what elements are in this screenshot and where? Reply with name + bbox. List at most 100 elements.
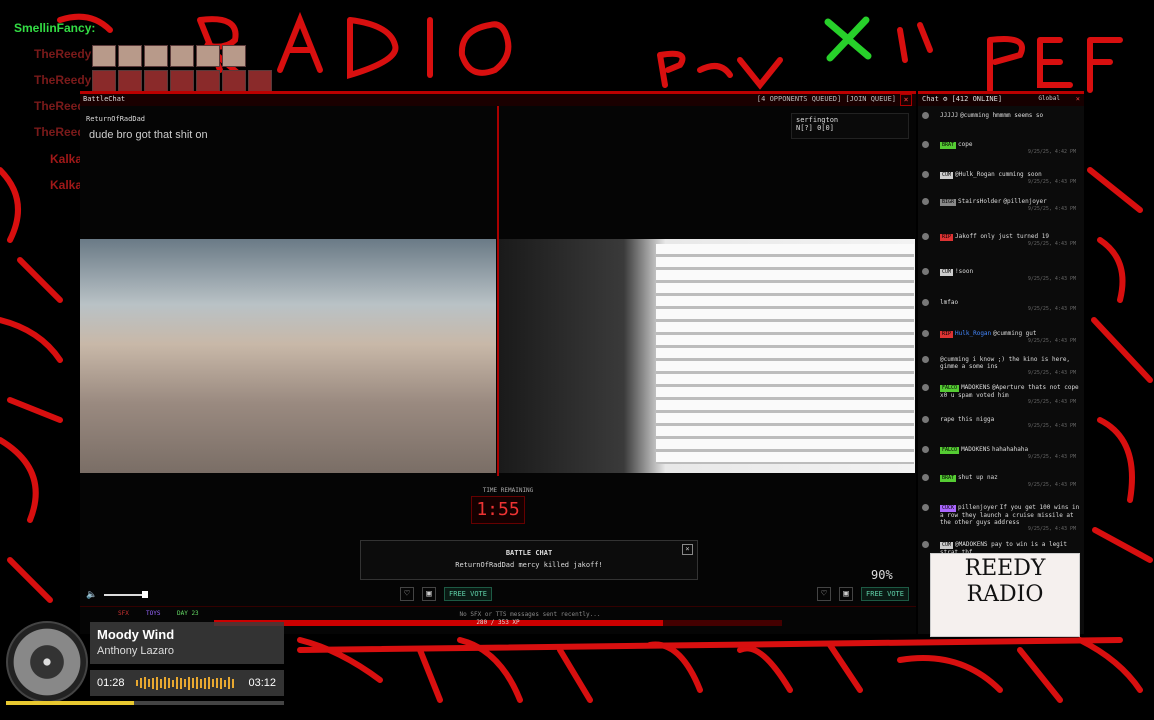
user-badge: BRAT: [940, 142, 957, 149]
chat-message-text: hahahahaha: [991, 446, 1029, 453]
avatar: [922, 446, 929, 453]
avatar: [922, 141, 929, 148]
chat-timestamp: 9/25/25, 4:43 PM: [1027, 338, 1076, 344]
chat-message: CUM !soon 9/25/25, 4:43 PM: [922, 268, 1080, 283]
chat-username[interactable]: pillenjoyer: [958, 504, 998, 511]
lock-icon[interactable]: ▣: [422, 587, 436, 601]
elapsed-time: 01:28: [97, 677, 125, 689]
chat-message: JJJJJ @cumming hmmmm seems so: [922, 112, 1080, 119]
chat-message-text: @cumming i know ;) the kino is here, gim…: [940, 356, 1071, 370]
waveform-bar: [220, 677, 222, 689]
lock-icon[interactable]: ▣: [839, 587, 853, 601]
waveform-bar: [144, 677, 146, 689]
waveform-bar: [180, 677, 182, 689]
chat-message-text: @cumming gut: [993, 330, 1037, 337]
chat-message-text: shut up naz: [958, 474, 998, 481]
heart-icon[interactable]: ♡: [817, 587, 831, 601]
chat-timestamp: 9/25/25, 4:43 PM: [1027, 206, 1076, 212]
emote-strip: [92, 70, 272, 92]
chat-timestamp: 9/25/25, 4:43 PM: [1027, 454, 1076, 460]
waveform-bar: [232, 678, 234, 688]
xp-text: 280 / 353 XP: [476, 619, 520, 626]
logo-line: RADIO: [966, 582, 1044, 607]
right-contestant-stats: N[?] 0[0]: [796, 124, 834, 132]
user-badge: CUCK: [940, 505, 957, 512]
user-badge: FALCO: [940, 447, 960, 454]
avatar: [922, 171, 929, 178]
battle-title: BattleChat: [83, 95, 126, 103]
chat-username[interactable]: JJJJJ: [940, 112, 958, 119]
avatar: [922, 198, 929, 205]
close-battle-button[interactable]: ×: [900, 94, 912, 106]
user-badge: BIGR: [940, 199, 957, 206]
waveform-bar: [164, 677, 166, 689]
reedy-radio-logo: REEDY RADIO: [930, 553, 1080, 637]
avatar: [922, 233, 929, 240]
chat-timestamp: 9/25/25, 4:43 PM: [1027, 306, 1076, 312]
waveform-bar: [192, 678, 194, 688]
chat-username[interactable]: MADOKENS: [961, 446, 990, 453]
avatar: [922, 356, 929, 363]
free-vote-left-button[interactable]: FREE VOTE: [444, 587, 492, 601]
volume-icon[interactable]: 🔈: [86, 590, 97, 600]
avatar: [922, 474, 929, 481]
avatar: [922, 416, 929, 423]
chat-message: FALCO MADOKENS hahahahaha 9/25/25, 4:43 PM: [922, 446, 1080, 461]
avatar: [922, 541, 929, 548]
join-queue-button[interactable]: [4 OPPONENTS QUEUED] [JOIN QUEUE]: [757, 95, 896, 103]
waveform-bar: [176, 677, 178, 689]
heart-icon[interactable]: ♡: [400, 587, 414, 601]
total-time: 03:12: [248, 677, 276, 689]
chat-message: lmfao 9/25/25, 4:43 PM: [922, 299, 1080, 313]
timer-label: TIME REMAINING: [482, 487, 534, 494]
now-playing-card: Moody Wind Anthony Lazaro: [90, 622, 284, 664]
chat-channel-select[interactable]: Global: [1038, 95, 1060, 102]
chat-username[interactable]: StairsHolder: [958, 198, 1001, 205]
chat-username[interactable]: Hulk_Rogan: [955, 330, 991, 337]
chat-username[interactable]: MADOKENS: [961, 384, 990, 391]
countdown-timer: 1:55: [471, 496, 525, 524]
battle-window: BattleChat [4 OPPONENTS QUEUED] [JOIN QU…: [80, 91, 916, 634]
chat-message-text: rape this nigga: [940, 416, 995, 423]
sfx-toggle[interactable]: SFX: [118, 610, 129, 617]
playback-bar: 01:28 03:12: [90, 670, 284, 696]
user-badge: FALCO: [940, 385, 960, 392]
chat-message-text: @cumming hmmmm seems so: [960, 112, 1044, 119]
chat-timestamp: 9/25/25, 4:42 PM: [1027, 149, 1076, 155]
track-artist: Anthony Lazaro: [97, 645, 175, 657]
track-title: Moody Wind: [97, 627, 175, 642]
avatar: [922, 384, 929, 391]
waveform-bar: [224, 679, 226, 687]
waveform-bar: [172, 679, 174, 687]
close-chat-button[interactable]: ×: [1076, 95, 1080, 103]
waveform-bar: [156, 676, 158, 690]
free-vote-right-button[interactable]: FREE VOTE: [861, 587, 909, 601]
chat-message-text: @pillenjoyer: [1003, 198, 1047, 205]
user-badge: CUM: [940, 542, 954, 549]
battle-chat-notification: BATTLE CHAT ReturnOfRadDad mercy killed …: [360, 540, 698, 580]
user-badge: CUM: [940, 269, 954, 276]
waveform-bar: [196, 677, 198, 689]
track-progress-fill: [6, 701, 134, 705]
chat-message: BRAT cope 9/25/25, 4:42 PM: [922, 141, 1080, 156]
user-badge: CUM: [940, 172, 954, 179]
avatar: [922, 268, 929, 275]
volume-slider-knob[interactable]: [142, 591, 148, 598]
left-webcam-feed: [80, 239, 496, 473]
chat-message: rape this nigga 9/25/25, 4:43 PM: [922, 416, 1080, 430]
volume-slider[interactable]: [104, 594, 146, 596]
chat-message-text: cope: [958, 141, 973, 148]
toys-toggle[interactable]: TOYS: [146, 610, 160, 617]
close-notification-button[interactable]: ×: [682, 544, 693, 555]
chat-message-text: !soon: [955, 268, 974, 275]
chat-timestamp: 9/25/25, 4:43 PM: [1027, 179, 1076, 185]
chat-timestamp: 9/25/25, 4:43 PM: [1027, 482, 1076, 488]
waveform-bar: [216, 678, 218, 688]
chat-message: CUCK pillenjoyer If you get 100 wins in a …: [922, 504, 1080, 533]
avatar: [922, 330, 929, 337]
chat-timestamp: 9/25/25, 4:43 PM: [1027, 276, 1076, 282]
waveform-bar: [212, 679, 214, 687]
album-art-disc: [6, 621, 88, 703]
left-contestant-message: dude bro got that shit on: [89, 129, 208, 141]
waveform-bar: [200, 678, 202, 688]
